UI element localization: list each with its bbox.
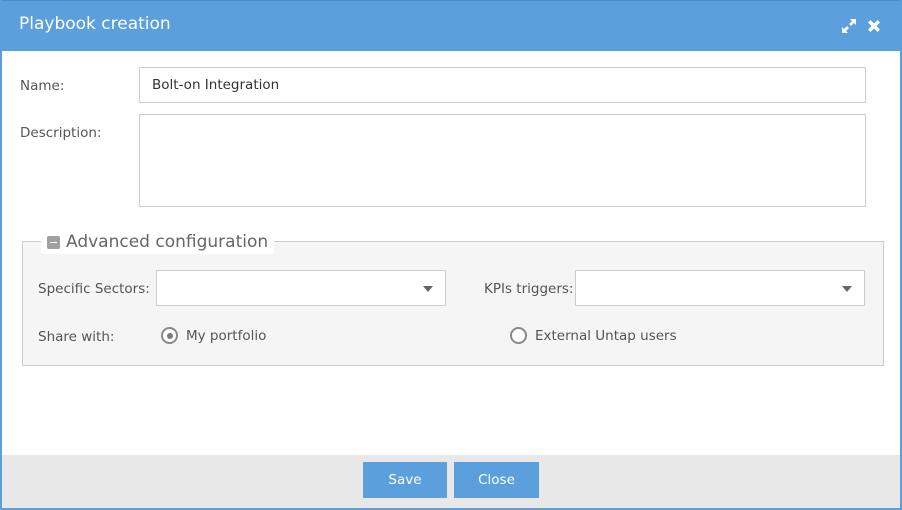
dialog-title: Playbook creation <box>19 14 171 34</box>
save-button[interactable]: Save <box>363 462 447 498</box>
specific-sectors-select[interactable] <box>156 270 446 306</box>
description-field[interactable] <box>139 114 866 207</box>
external-untap-users-label: External Untap users <box>535 327 677 344</box>
minus-square-icon[interactable] <box>47 235 60 249</box>
my-portfolio-label: My portfolio <box>186 327 267 344</box>
chevron-down-icon[interactable] <box>423 286 433 292</box>
kpis-triggers-select[interactable] <box>575 270 865 306</box>
name-label: Name: <box>20 78 65 94</box>
description-label: Description: <box>20 125 102 141</box>
external-untap-users-radio[interactable] <box>510 327 527 344</box>
expand-icon[interactable] <box>839 16 859 36</box>
close-icon[interactable] <box>864 16 884 36</box>
kpis-triggers-label: KPIs triggers: <box>484 281 574 297</box>
my-portfolio-radio[interactable] <box>161 327 178 344</box>
dialog-titlebar[interactable]: Playbook creation <box>2 0 900 51</box>
share-external-users-option[interactable]: External Untap users <box>510 327 677 344</box>
playbook-creation-dialog: Playbook creation Name: Description: Adv… <box>0 0 902 510</box>
dialog-footer: Save Close <box>2 455 900 508</box>
chevron-down-icon[interactable] <box>842 286 852 292</box>
advanced-configuration-legend[interactable]: Advanced configuration <box>41 230 275 254</box>
share-with-label: Share with: <box>38 329 115 345</box>
name-field[interactable] <box>139 67 866 103</box>
advanced-configuration-title: Advanced configuration <box>66 232 269 252</box>
close-button[interactable]: Close <box>454 462 539 498</box>
specific-sectors-label: Specific Sectors: <box>38 281 150 297</box>
share-my-portfolio-option[interactable]: My portfolio <box>161 327 266 344</box>
